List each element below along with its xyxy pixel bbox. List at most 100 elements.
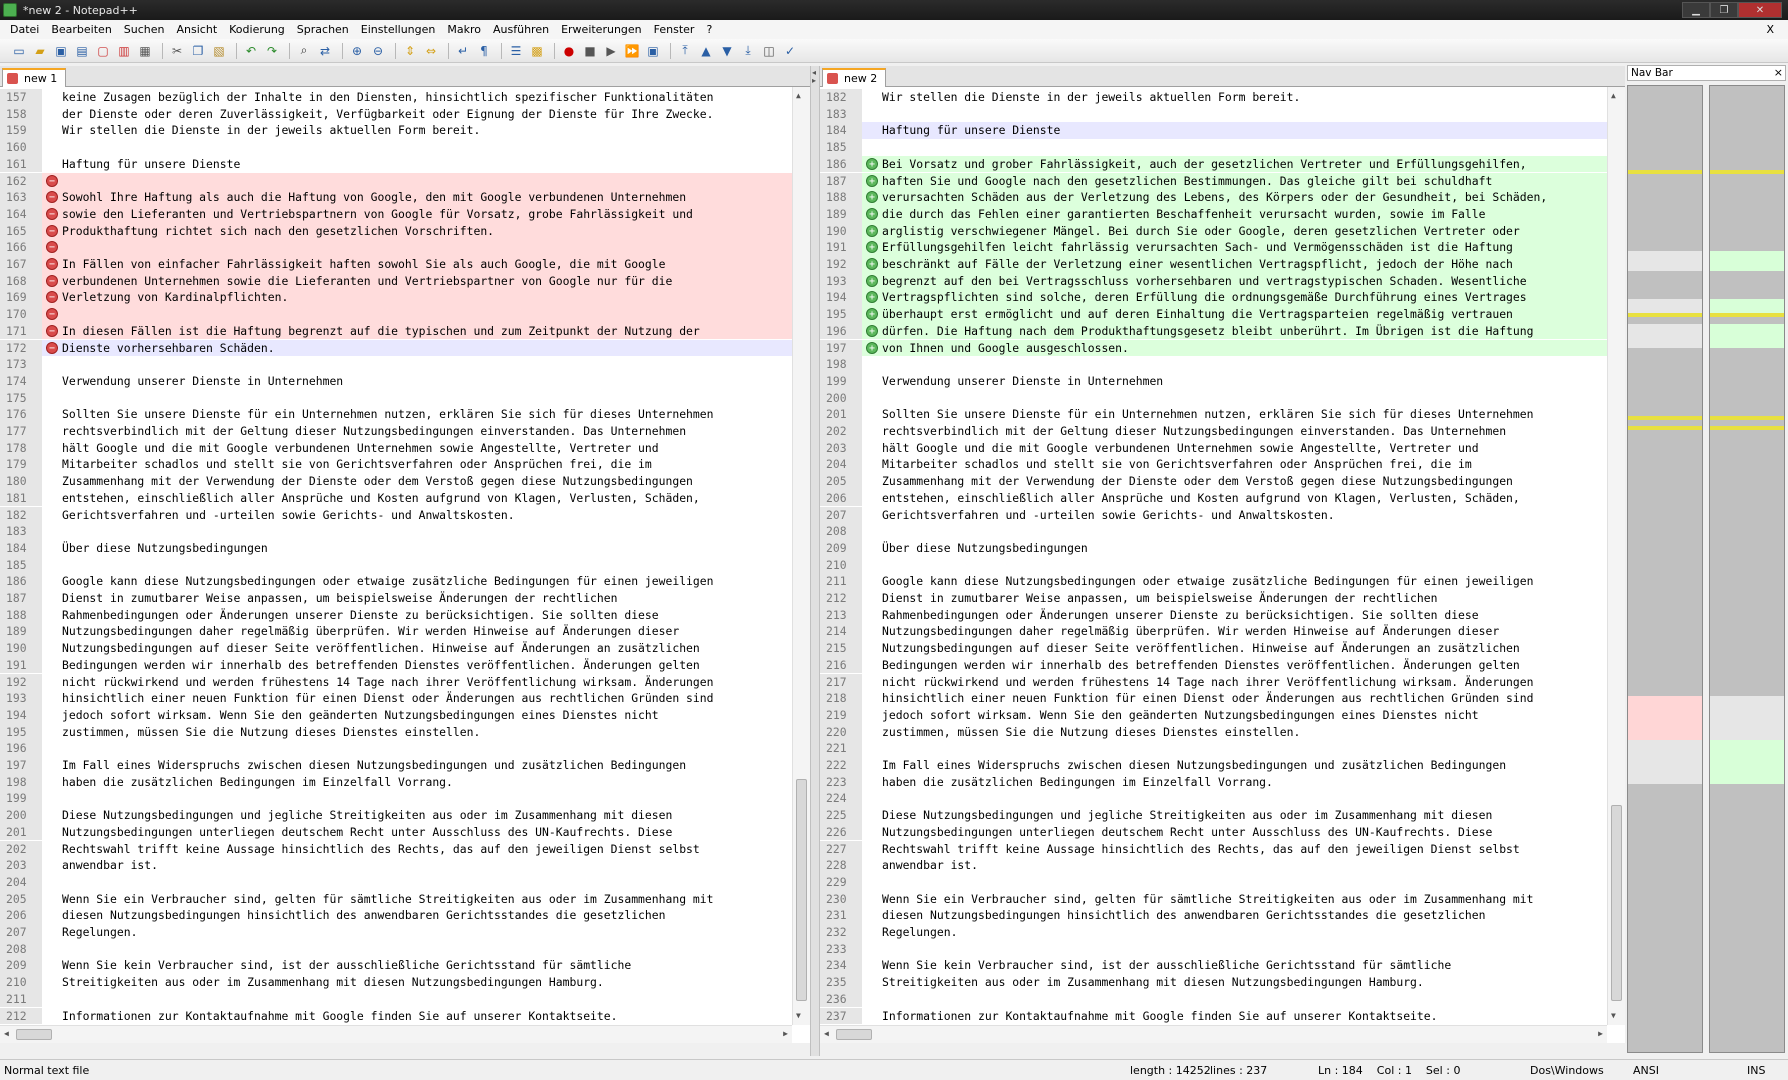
editor-line[interactable]: 197 + von Ihnen und Google ausgeschlossen.: [820, 339, 1607, 357]
scroll-down-icon[interactable]: ▼: [796, 1011, 801, 1020]
editor-line[interactable]: 193 hinsichtlich einer neuen Funktion für…: [0, 690, 792, 707]
editor-line[interactable]: 208: [0, 940, 792, 958]
menu-datei[interactable]: Datei: [4, 23, 45, 36]
editor-line[interactable]: 183: [0, 523, 792, 540]
editor-line[interactable]: 219 jedoch sofort wirksam. Wenn Sie den g…: [820, 706, 1607, 724]
editor-line[interactable]: 195 zustimmen, müssen Sie die Nutzung die…: [0, 723, 792, 741]
close-button[interactable]: ✕: [1738, 2, 1782, 18]
run-macro-multiple-icon[interactable]: ⏩: [623, 42, 641, 60]
editor-line[interactable]: 159 Wir stellen die Dienste in der jeweil…: [0, 122, 792, 140]
menu-bearbeiten[interactable]: Bearbeiten: [45, 23, 117, 36]
editor-line[interactable]: 213 Rahmenbedingungen oder Änderungen uns…: [820, 606, 1607, 624]
editor-line[interactable]: 211: [0, 990, 792, 1008]
user-defined-language-icon[interactable]: ▩: [528, 42, 546, 60]
editor-line[interactable]: 234 Wenn Sie kein Verbraucher sind, ist d…: [820, 957, 1607, 975]
editor-line[interactable]: 182 Wir stellen die Dienste in der jeweil…: [820, 89, 1607, 106]
editor-line[interactable]: 178 hält Google und die mit Google verbun…: [0, 439, 792, 457]
editor-line[interactable]: 214 Nutzungsbedingungen daher regelmäßig …: [820, 623, 1607, 641]
editor-line[interactable]: 205 Wenn Sie ein Verbraucher sind, gelten…: [0, 890, 792, 908]
menu-suchen[interactable]: Suchen: [118, 23, 171, 36]
zoom-out-icon[interactable]: ⊖: [369, 42, 387, 60]
right-editor[interactable]: 237 Informationen zur Kontaktaufnahme mit…: [820, 87, 1625, 1043]
editor-line[interactable]: 232 Regelungen.: [820, 924, 1607, 941]
editor-line[interactable]: 222 Im Fall eines Widerspruchs zwischen d…: [820, 757, 1607, 774]
menu-fenster[interactable]: Fenster: [648, 23, 701, 36]
right-vertical-scrollbar[interactable]: ▲ ▼: [1607, 87, 1625, 1025]
editor-line[interactable]: 221: [820, 740, 1607, 757]
editor-line[interactable]: 189 + die durch das Fehlen einer garantier…: [820, 205, 1607, 223]
editor-line[interactable]: 195 + überhaupt erst ermöglicht und auf de…: [820, 306, 1607, 323]
left-vertical-scrollbar[interactable]: ▲ ▼: [792, 87, 810, 1025]
menu-erweiterungen[interactable]: Erweiterungen: [555, 23, 648, 36]
editor-line[interactable]: 235 Streitigkeiten aus oder im Zusammenha…: [820, 974, 1607, 991]
editor-line[interactable]: 189 Nutzungsbedingungen daher regelmäßig …: [0, 623, 792, 641]
editor-splitter[interactable]: ◂ ▸: [810, 66, 820, 1056]
editor-line[interactable]: 204 Mitarbeiter schadlos und stellt sie v…: [820, 456, 1607, 474]
title-bar[interactable]: *new 2 - Notepad++ ▁ ❐ ✕: [0, 0, 1788, 20]
editor-line[interactable]: 228 anwendbar ist.: [820, 857, 1607, 874]
close-all-icon[interactable]: ▥: [115, 42, 133, 60]
paste-icon[interactable]: ▧: [210, 42, 228, 60]
editor-line[interactable]: 191 Bedingungen werden wir innerhalb des …: [0, 656, 792, 674]
editor-line[interactable]: 208: [820, 523, 1607, 540]
nav-bar-right-column[interactable]: [1709, 85, 1785, 1053]
editor-line[interactable]: 163− Sowohl Ihre Haftung als auch die Haf…: [0, 189, 792, 206]
editor-line[interactable]: 157 keine Zusagen bezüglich der Inhalte i…: [0, 89, 792, 106]
right-horizontal-scrollbar[interactable]: ◀ ▶: [820, 1025, 1607, 1043]
close-file-icon[interactable]: ▢: [94, 42, 112, 60]
editor-line[interactable]: 202 Rechtswahl trifft keine Aussage hinsi…: [0, 840, 792, 858]
scrollbar-thumb[interactable]: [16, 1029, 52, 1040]
editor-line[interactable]: 198 haben die zusätzlichen Bedingungen im…: [0, 773, 792, 791]
editor-line[interactable]: 186 Google kann diese Nutzungsbedingungen…: [0, 573, 792, 590]
editor-line[interactable]: 175: [0, 389, 792, 407]
editor-line[interactable]: 204: [0, 873, 792, 891]
editor-line[interactable]: 206 entstehen, einschließlich aller Anspr…: [820, 489, 1607, 507]
left-horizontal-scrollbar[interactable]: ◀ ▶: [0, 1025, 792, 1043]
editor-line[interactable]: 207 Regelungen.: [0, 924, 792, 941]
editor-line[interactable]: 166−: [0, 239, 792, 256]
editor-line[interactable]: 236: [820, 990, 1607, 1008]
tab-new-2[interactable]: new 2: [822, 68, 887, 87]
menu-kodierung[interactable]: Kodierung: [223, 23, 291, 36]
editor-line[interactable]: 211 Google kann diese Nutzungsbedingungen…: [820, 573, 1607, 590]
editor-line[interactable]: 169− Verletzung von Kardinalpflichten.: [0, 289, 792, 307]
splitter-arrow-icon[interactable]: ▸: [812, 76, 816, 85]
menu-sprachen[interactable]: Sprachen: [291, 23, 355, 36]
compare-previous-icon[interactable]: ▲: [697, 42, 715, 60]
editor-line[interactable]: 187 Dienst in zumutbarer Weise anpassen, …: [0, 590, 792, 607]
left-editor[interactable]: 212 Informationen zur Kontaktaufnahme mit…: [0, 87, 810, 1043]
editor-line[interactable]: 201 Sollten Sie unsere Dienste für ein Un…: [820, 406, 1607, 423]
spellcheck-icon[interactable]: ✓: [781, 42, 799, 60]
scroll-right-icon[interactable]: ▶: [783, 1029, 788, 1038]
editor-line[interactable]: 188 Rahmenbedingungen oder Änderungen uns…: [0, 606, 792, 624]
editor-line[interactable]: 192 + beschränkt auf Fälle der Verletzung …: [820, 256, 1607, 273]
copy-icon[interactable]: ❐: [189, 42, 207, 60]
editor-line[interactable]: 196 + dürfen. Die Haftung nach dem Produkt…: [820, 322, 1607, 340]
editor-line[interactable]: 200 Diese Nutzungsbedingungen und jeglich…: [0, 807, 792, 824]
compare-first-icon[interactable]: ⤒: [676, 42, 694, 60]
editor-line[interactable]: 210 Streitigkeiten aus oder im Zusammenha…: [0, 974, 792, 991]
editor-line[interactable]: 165− Produkthaftung richtet sich nach den…: [0, 222, 792, 240]
scroll-left-icon[interactable]: ◀: [4, 1029, 9, 1038]
editor-line[interactable]: 233: [820, 940, 1607, 958]
scrollbar-thumb[interactable]: [796, 779, 807, 1001]
maximize-button[interactable]: ❐: [1710, 2, 1738, 18]
replace-icon[interactable]: ⇄: [316, 42, 334, 60]
editor-line[interactable]: 158 der Dienste oder deren Zuverlässigkei…: [0, 105, 792, 123]
editor-line[interactable]: 180 Zusammenhang mit der Verwendung der D…: [0, 473, 792, 490]
editor-line[interactable]: 172− Dienste vorhersehbaren Schäden.: [0, 339, 792, 357]
editor-line[interactable]: 227 Rechtswahl trifft keine Aussage hinsi…: [820, 840, 1607, 858]
editor-line[interactable]: 205 Zusammenhang mit der Verwendung der D…: [820, 473, 1607, 490]
editor-line[interactable]: 190 + arglistig verschwiegener Mängel. Bei…: [820, 222, 1607, 240]
editor-line[interactable]: 223 haben die zusätzlichen Bedingungen im…: [820, 773, 1607, 791]
editor-line[interactable]: 212 Dienst in zumutbarer Weise anpassen, …: [820, 590, 1607, 607]
sync-horizontal-icon[interactable]: ⇔: [422, 42, 440, 60]
play-macro-icon[interactable]: ▶: [602, 42, 620, 60]
undo-icon[interactable]: ↶: [242, 42, 260, 60]
tab-new-1[interactable]: new 1: [2, 68, 67, 87]
scroll-right-icon[interactable]: ▶: [1598, 1029, 1603, 1038]
menu-ansicht[interactable]: Ansicht: [171, 23, 224, 36]
close-document-button[interactable]: X: [1760, 23, 1780, 36]
editor-line[interactable]: 206 diesen Nutzungsbedingungen hinsichtli…: [0, 907, 792, 924]
editor-line[interactable]: 209 Über diese Nutzungsbedingungen: [820, 539, 1607, 557]
